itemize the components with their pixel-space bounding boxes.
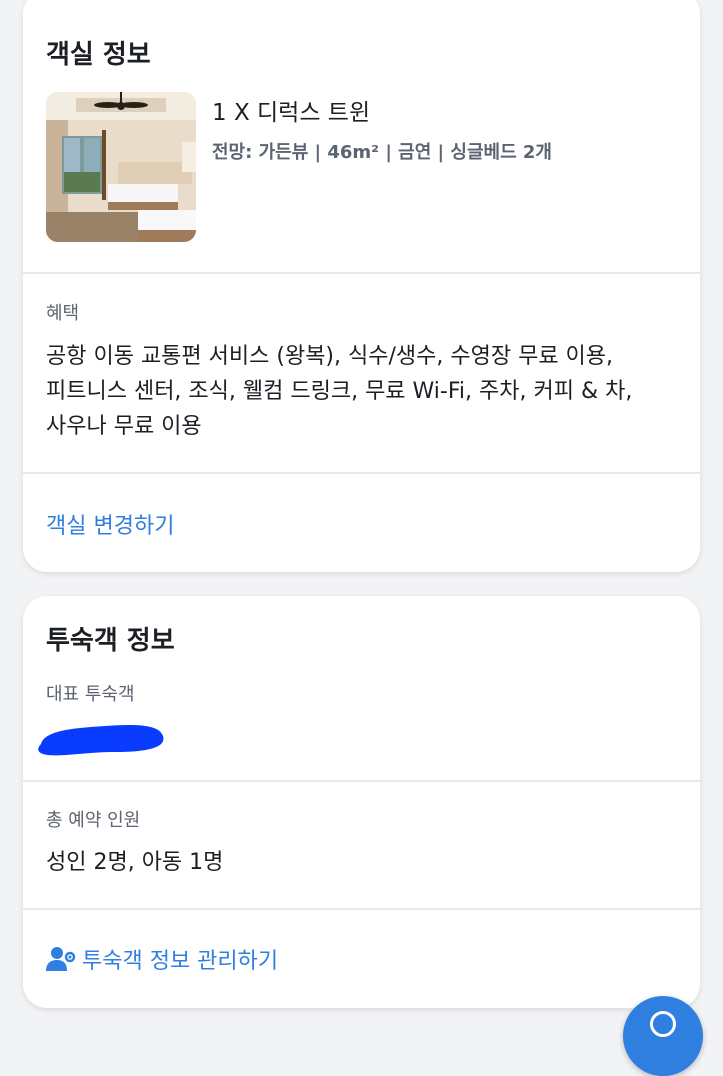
chat-fab-button[interactable]	[623, 996, 703, 1076]
divider	[23, 472, 700, 474]
benefits-text: 공항 이동 교통편 서비스 (왕복), 식수/생수, 수영장 무료 이용, 피트…	[46, 339, 686, 444]
guest-info-title: 투숙객 정보	[46, 626, 175, 656]
room-info-title: 객실 정보	[46, 40, 151, 70]
guest-info-card: 투숙객 정보 대표 투숙객 총 예약 인원 성인 2명, 아동 1명 투숙객 정…	[23, 596, 700, 1008]
divider	[23, 780, 700, 782]
manage-guests-button[interactable]: 투숙객 정보 관리하기	[82, 943, 278, 975]
benefits-line: 공항 이동 교통편 서비스 (왕복), 식수/생수, 수영장 무료 이용,	[46, 344, 614, 369]
user-gear-icon	[46, 947, 76, 971]
chat-icon	[650, 1011, 676, 1037]
room-photo[interactable]	[46, 92, 196, 242]
benefits-line: 피트니스 센터, 조식, 웰컴 드링크, 무료 Wi-Fi, 주차, 커피 & …	[46, 379, 633, 404]
redacted-guest-name	[38, 725, 164, 756]
benefits-line: 사우나 무료 이용	[46, 414, 202, 439]
room-details: 전망: 가든뷰 | 46m² | 금연 | 싱글베드 2개	[212, 142, 552, 163]
lead-guest-label: 대표 투숙객	[46, 684, 135, 705]
total-guests-value: 성인 2명, 아동 1명	[46, 850, 224, 875]
total-guests-label: 총 예약 인원	[46, 810, 141, 831]
divider	[23, 908, 700, 910]
benefits-label: 혜택	[46, 303, 80, 324]
divider	[23, 272, 700, 274]
room-name: 1 X 디럭스 트윈	[212, 100, 371, 126]
change-room-button[interactable]: 객실 변경하기	[46, 508, 174, 540]
room-info-card: 객실 정보 1 X 디럭스 트윈 전망: 가든뷰 | 46m² | 금연 | 싱…	[23, 0, 700, 572]
